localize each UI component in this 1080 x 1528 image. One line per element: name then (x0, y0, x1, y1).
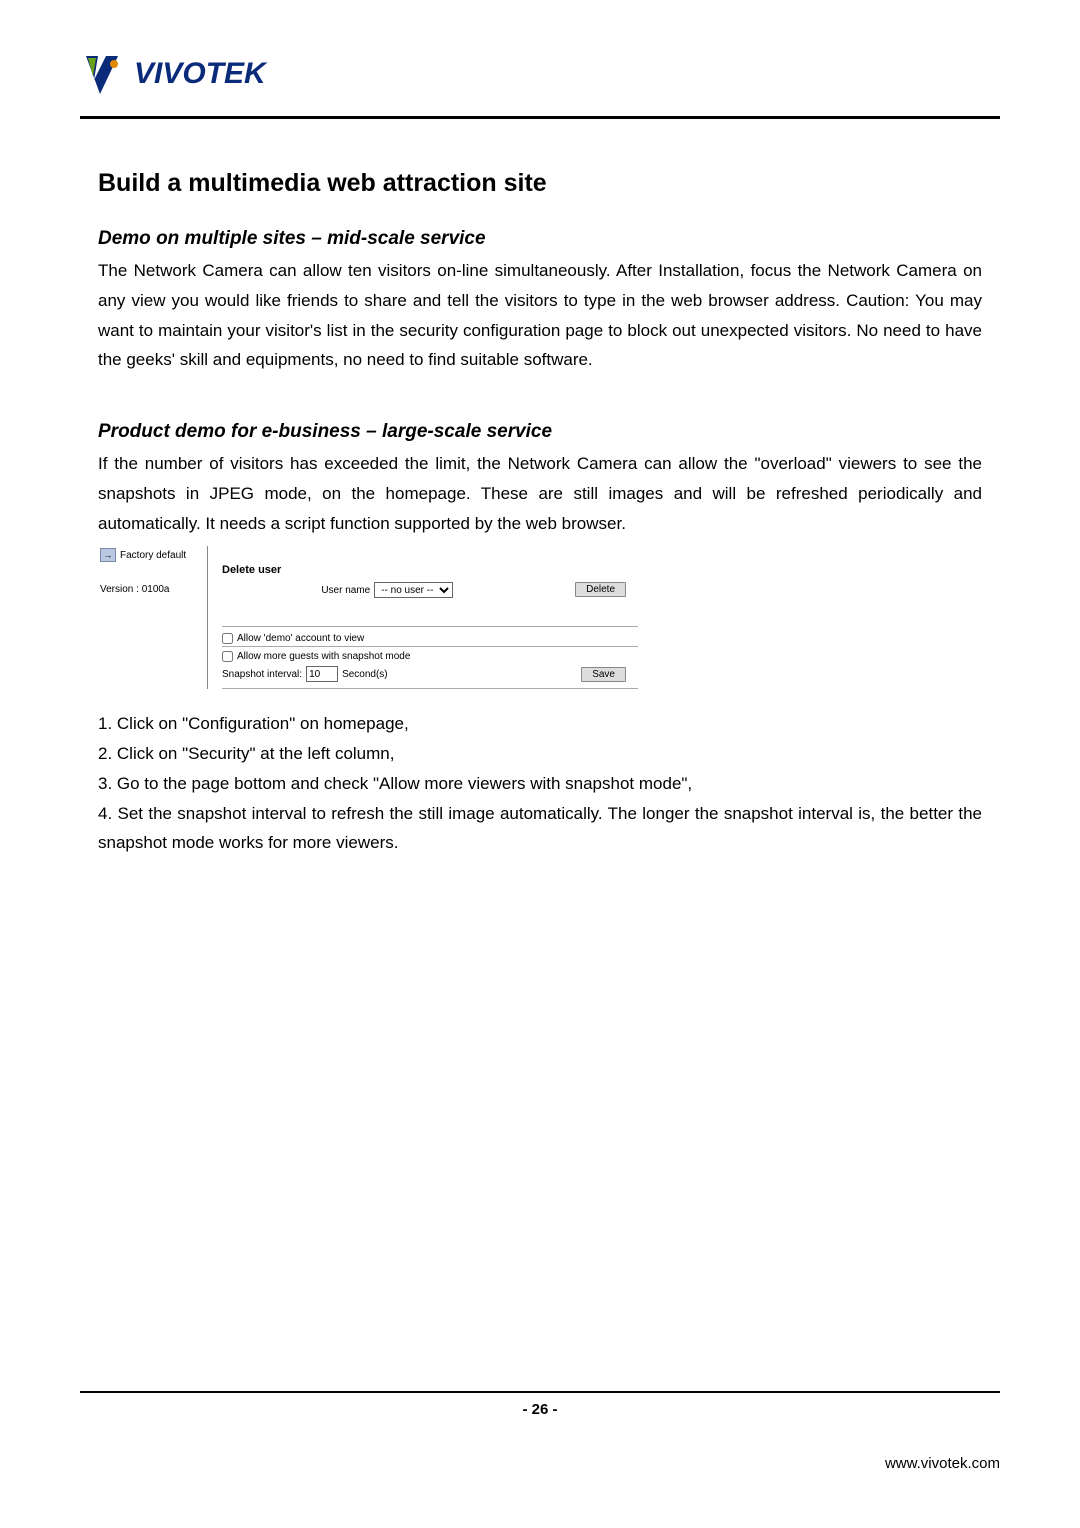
username-label: User name (321, 585, 370, 596)
allow-demo-row: Allow 'demo' account to view (222, 627, 638, 647)
page-title: Build a multimedia web attraction site (98, 169, 982, 198)
paragraph-product: If the number of visitors has exceeded t… (98, 449, 982, 538)
header-divider (80, 116, 1000, 119)
paragraph-demo: The Network Camera can allow ten visitor… (98, 256, 982, 375)
step-1: 1. Click on "Configuration" on homepage, (98, 709, 982, 739)
config-panel: → Factory default Version : 0100a Delete… (98, 546, 638, 689)
step-3: 3. Go to the page bottom and check "Allo… (98, 769, 982, 799)
step-2: 2. Click on "Security" at the left colum… (98, 739, 982, 769)
config-main: Delete user User name -- no user -- Dele… (208, 546, 638, 689)
footer-divider (80, 1391, 1000, 1393)
factory-default-label: Factory default (120, 550, 186, 561)
site-url: www.vivotek.com (885, 1455, 1000, 1472)
step-4: 4. Set the snapshot interval to refresh … (98, 799, 982, 859)
subheading-product: Product demo for e-business – large-scal… (98, 421, 982, 443)
delete-user-row: Delete user User name -- no user -- Dele… (222, 546, 638, 627)
brand-name: VIVOTEK (134, 57, 266, 91)
allow-demo-label: Allow 'demo' account to view (237, 633, 364, 644)
allow-more-guests-checkbox[interactable] (222, 651, 233, 662)
main-content: Build a multimedia web attraction site D… (80, 169, 1000, 858)
save-button[interactable]: Save (581, 667, 626, 682)
config-sidebar: → Factory default Version : 0100a (98, 546, 208, 689)
delete-user-label: Delete user (222, 564, 281, 576)
version-label: Version : 0100a (100, 584, 203, 595)
instruction-steps: 1. Click on "Configuration" on homepage,… (98, 709, 982, 858)
allow-more-guests-row: Allow more guests with snapshot mode (222, 647, 638, 664)
document-page: VIVOTEK Build a multimedia web attractio… (0, 0, 1080, 1528)
subheading-demo: Demo on multiple sites – mid-scale servi… (98, 228, 982, 250)
snapshot-interval-label: Snapshot interval: (222, 669, 302, 680)
arrow-right-icon: → (100, 548, 116, 562)
snapshot-interval-input[interactable] (306, 666, 338, 682)
snapshot-interval-row: Snapshot interval: Second(s) Save (222, 664, 638, 689)
vivotek-logo-icon (80, 50, 128, 98)
factory-default-link[interactable]: → Factory default (100, 548, 203, 562)
username-select[interactable]: -- no user -- (374, 582, 453, 598)
delete-button[interactable]: Delete (575, 582, 626, 597)
allow-demo-checkbox[interactable] (222, 633, 233, 644)
brand-logo: VIVOTEK (80, 50, 1000, 98)
allow-more-guests-label: Allow more guests with snapshot mode (237, 651, 410, 662)
page-number: - 26 - (80, 1401, 1000, 1418)
page-footer: - 26 - (80, 1391, 1000, 1418)
seconds-label: Second(s) (342, 669, 388, 680)
